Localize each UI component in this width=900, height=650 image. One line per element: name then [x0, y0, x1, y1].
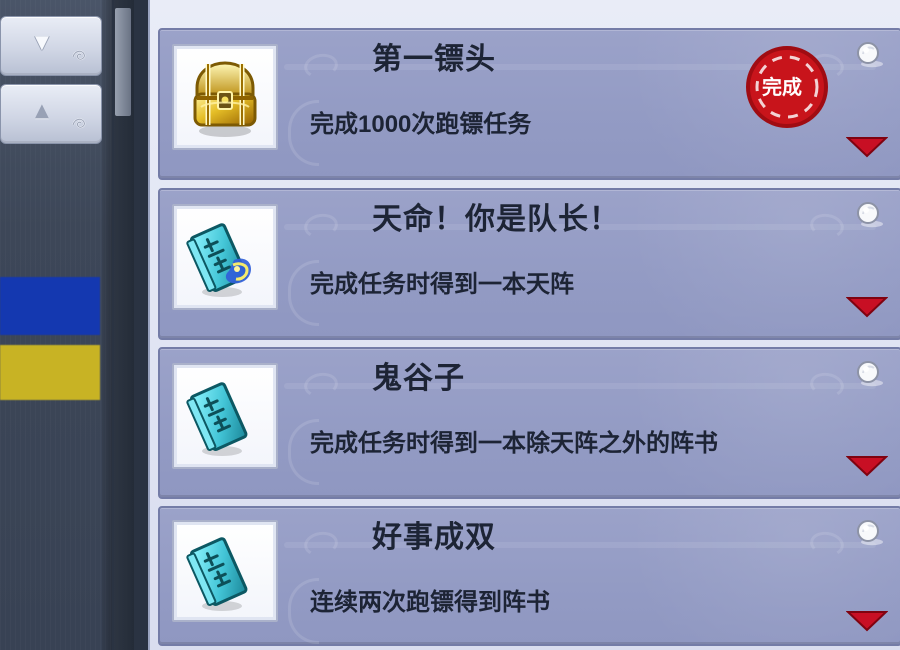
achievement-screen: ▼ ▲ 第一镖头 完成1000次跑镖任务 完成 天命！你是队长！ 完成任务时得到… [0, 0, 900, 650]
achievement-title: 鬼谷子 [372, 362, 465, 395]
swirl-icon [72, 118, 86, 129]
stamp-text: 完成 [762, 75, 802, 99]
achievement-card: 鬼谷子 完成任务时得到一本除天阵之外的阵书 [158, 347, 900, 499]
ghost-book-icon [186, 537, 248, 611]
yellow-highlight-block [0, 345, 100, 400]
chevron-down-icon: ▼ [35, 32, 49, 53]
achievement-card: 天命！你是队长！ 完成任务时得到一本天阵 [158, 188, 900, 340]
scroll-up-button[interactable]: ▲ [0, 84, 102, 144]
ghost-book-icon [186, 382, 248, 456]
achievement-description: 完成任务时得到一本除天阵之外的阵书 [310, 430, 718, 457]
achievement-description: 完成1000次跑镖任务 [310, 111, 532, 138]
blue-highlight-block [0, 277, 100, 335]
achievement-card: 第一镖头 完成1000次跑镖任务 完成 [158, 28, 900, 180]
achievement-title: 天命！你是队长！ [372, 203, 620, 236]
hint-orb-icon[interactable] [852, 357, 886, 389]
treasure-chest-icon [193, 61, 257, 137]
achievement-icon-frame [172, 204, 278, 310]
chevron-up-icon: ▲ [35, 100, 49, 121]
achievement-title: 好事成双 [372, 521, 496, 554]
achievement-description: 完成任务时得到一本天阵 [310, 271, 574, 298]
achievement-list-panel: 第一镖头 完成1000次跑镖任务 完成 天命！你是队长！ 完成任务时得到一本天阵… [148, 0, 900, 650]
achievement-description: 连续两次跑镖得到阵书 [310, 589, 550, 616]
expand-arrow-icon[interactable] [846, 610, 888, 632]
achievement-icon-frame [172, 44, 278, 150]
completed-stamp: 完成 [746, 46, 828, 128]
hint-orb-icon[interactable] [852, 516, 886, 548]
scroll-thumb[interactable] [115, 8, 131, 116]
achievement-icon-frame [172, 363, 278, 469]
expand-arrow-icon[interactable] [846, 455, 888, 477]
expand-arrow-icon[interactable] [846, 136, 888, 158]
expand-arrow-icon[interactable] [846, 296, 888, 318]
hint-orb-icon[interactable] [852, 38, 886, 70]
achievement-icon-frame [172, 520, 278, 622]
ghost-book-glow-icon [186, 223, 251, 297]
hint-orb-icon[interactable] [852, 198, 886, 230]
scroll-down-button[interactable]: ▼ [0, 16, 102, 76]
achievement-title: 第一镖头 [372, 43, 496, 76]
achievement-card: 好事成双 连续两次跑镖得到阵书 [158, 506, 900, 646]
swirl-icon [72, 50, 86, 61]
